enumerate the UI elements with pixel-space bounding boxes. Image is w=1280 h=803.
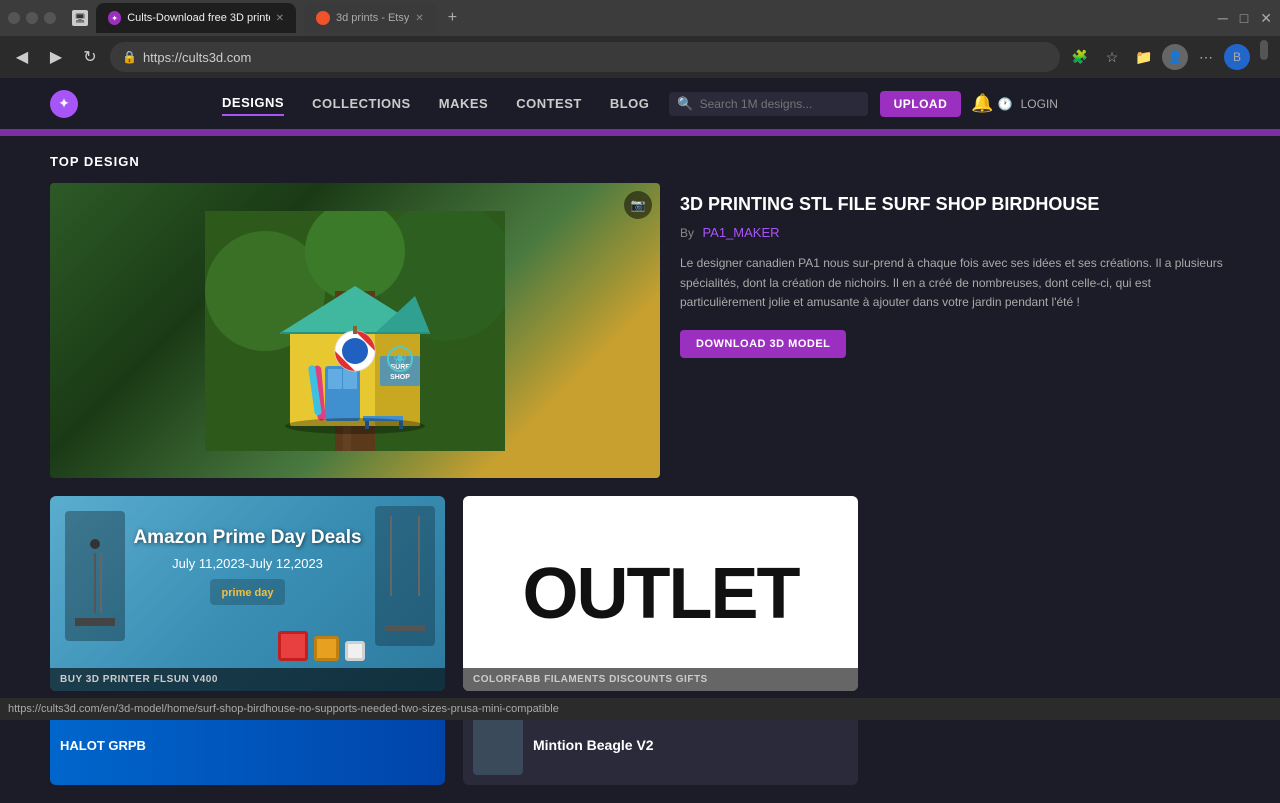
browser-icon: 🖥 [72,10,88,26]
amazon-card-bg: Amazon Prime Day Deals July 11,2023-July… [50,496,445,691]
birdhouse-bg: SURF SHOP ❀ [50,183,660,478]
nav-bar: ◀ ▶ ↻ 🔒 https://cults3d.com 🧩 ☆ 📁 👤 ⋯ B [0,36,1280,78]
top-design-image[interactable]: SURF SHOP ❀ [50,183,660,478]
site-wrapper: ✦ DESIGNS COLLECTIONS MAKES CONTEST BLOG… [0,78,1280,803]
nav-designs[interactable]: DESIGNS [222,91,284,116]
back-button[interactable]: ◀ [8,43,36,71]
search-input[interactable] [700,97,860,111]
svg-text:❀: ❀ [393,351,406,368]
top-design-row: SURF SHOP ❀ [50,183,1230,478]
scrollbar-thumb[interactable] [1260,40,1268,60]
scrollbar-track [1260,36,1272,78]
amazon-content: Amazon Prime Day Deals July 11,2023-July… [50,496,445,691]
new-tab-btn[interactable]: + [448,9,457,27]
creality-logo: HALOT GRPB [60,738,146,753]
browser-actions: 🧩 ☆ 📁 👤 ⋯ B [1066,43,1250,71]
edge-profile-btn[interactable]: B [1224,44,1250,70]
tab-cults[interactable]: ✦ Cults-Download free 3D printer ✕ [96,3,296,33]
address-bar[interactable]: 🔒 https://cults3d.com [110,42,1060,72]
cults-tab-icon: ✦ [108,11,121,25]
mintion-label: Mintion Beagle V2 [533,737,654,753]
address-text: https://cults3d.com [143,50,251,65]
design-description: Le designer canadien PA1 nous sur-prend … [680,254,1230,312]
win-minimize-btn[interactable]: ─ [1218,10,1228,27]
win-close-btn[interactable]: ✕ [1260,10,1272,27]
prime-day-badge: prime day [210,579,286,605]
tab-etsy[interactable]: 3d prints - Etsy ✕ [304,3,436,33]
outlet-card-label: COLORFABB FILAMENTS DISCOUNTS GIFTS [463,668,858,691]
site-logo[interactable]: ✦ [50,90,82,118]
outlet-text: OUTLET [523,553,799,635]
minimize-btn[interactable] [8,12,20,24]
edge-more-btn[interactable]: ⋯ [1192,43,1220,71]
camera-icon: 📷 [624,191,652,219]
nav-search[interactable]: 🔍 [669,92,867,116]
notification-bell[interactable]: 🔔 [971,93,993,114]
svg-text:SHOP: SHOP [390,374,410,381]
upload-button[interactable]: UPLOAD [880,91,962,117]
outlet-card[interactable]: OUTLET COLORFABB FILAMENTS DISCOUNTS GIF… [463,496,858,691]
prime-day-text: prime day [222,587,274,599]
browser-window: 🖥 ✦ Cults-Download free 3D printer ✕ 3d … [0,0,1280,78]
by-label: By [680,226,694,240]
forward-button[interactable]: ▶ [42,43,70,71]
tab-etsy-label: 3d prints - Etsy [336,12,409,24]
search-icon: 🔍 [677,96,693,112]
status-bar: https://cults3d.com/en/3d-model/home/sur… [0,698,1280,720]
gift-icons [278,631,365,661]
extensions-btn[interactable]: 🧩 [1066,43,1094,71]
clock-icon: 🕐 [998,97,1013,111]
logo-icon: ✦ [50,90,78,118]
close-btn[interactable] [44,12,56,24]
nav-items: DESIGNS COLLECTIONS MAKES CONTEST BLOG [222,91,649,116]
amazon-card[interactable]: Amazon Prime Day Deals July 11,2023-July… [50,496,445,691]
birdhouse-svg: SURF SHOP ❀ [205,211,505,451]
nav-contest[interactable]: CONTEST [516,92,582,115]
section-title: TOP DESIGN [50,154,1230,169]
top-nav: ✦ DESIGNS COLLECTIONS MAKES CONTEST BLOG… [0,78,1280,132]
design-author: PA1_MAKER [702,225,779,240]
nav-collections[interactable]: COLLECTIONS [312,92,411,115]
login-link[interactable]: LOGIN [1021,97,1058,111]
design-title: 3D PRINTING STL FILE SURF SHOP BIRDHOUSE [680,193,1230,216]
win-restore-btn[interactable]: □ [1240,10,1248,27]
outlet-card-bg: OUTLET [463,496,858,691]
amazon-text-center: Amazon Prime Day Deals July 11,2023-July… [66,512,429,605]
tab-etsy-close[interactable]: ✕ [415,13,423,24]
title-bar: 🖥 ✦ Cults-Download free 3D printer ✕ 3d … [0,0,1280,36]
nav-makes[interactable]: MAKES [439,92,488,115]
download-button[interactable]: DOWNLOAD 3D MODEL [680,330,846,358]
collections-btn[interactable]: 📁 [1130,43,1158,71]
etsy-tab-icon [316,11,330,25]
reload-button[interactable]: ↻ [76,43,104,71]
amazon-date: July 11,2023-July 12,2023 [66,556,429,571]
cards-row: Amazon Prime Day Deals July 11,2023-July… [50,496,1230,691]
amazon-title: Amazon Prime Day Deals [66,527,429,550]
amazon-card-label: BUY 3D PRINTER FLSUN V400 [50,668,445,691]
maximize-btn[interactable] [26,12,38,24]
top-design-info: 3D PRINTING STL FILE SURF SHOP BIRDHOUSE… [680,183,1230,478]
tab-cults-close[interactable]: ✕ [276,13,284,24]
author-line: By PA1_MAKER [680,224,1230,242]
favorites-btn[interactable]: ☆ [1098,43,1126,71]
profile-btn[interactable]: 👤 [1162,44,1188,70]
status-text: https://cults3d.com/en/3d-model/home/sur… [8,703,559,715]
tab-cults-label: Cults-Download free 3D printer [127,12,269,24]
mintion-image [473,715,523,775]
nav-blog[interactable]: BLOG [610,92,650,115]
